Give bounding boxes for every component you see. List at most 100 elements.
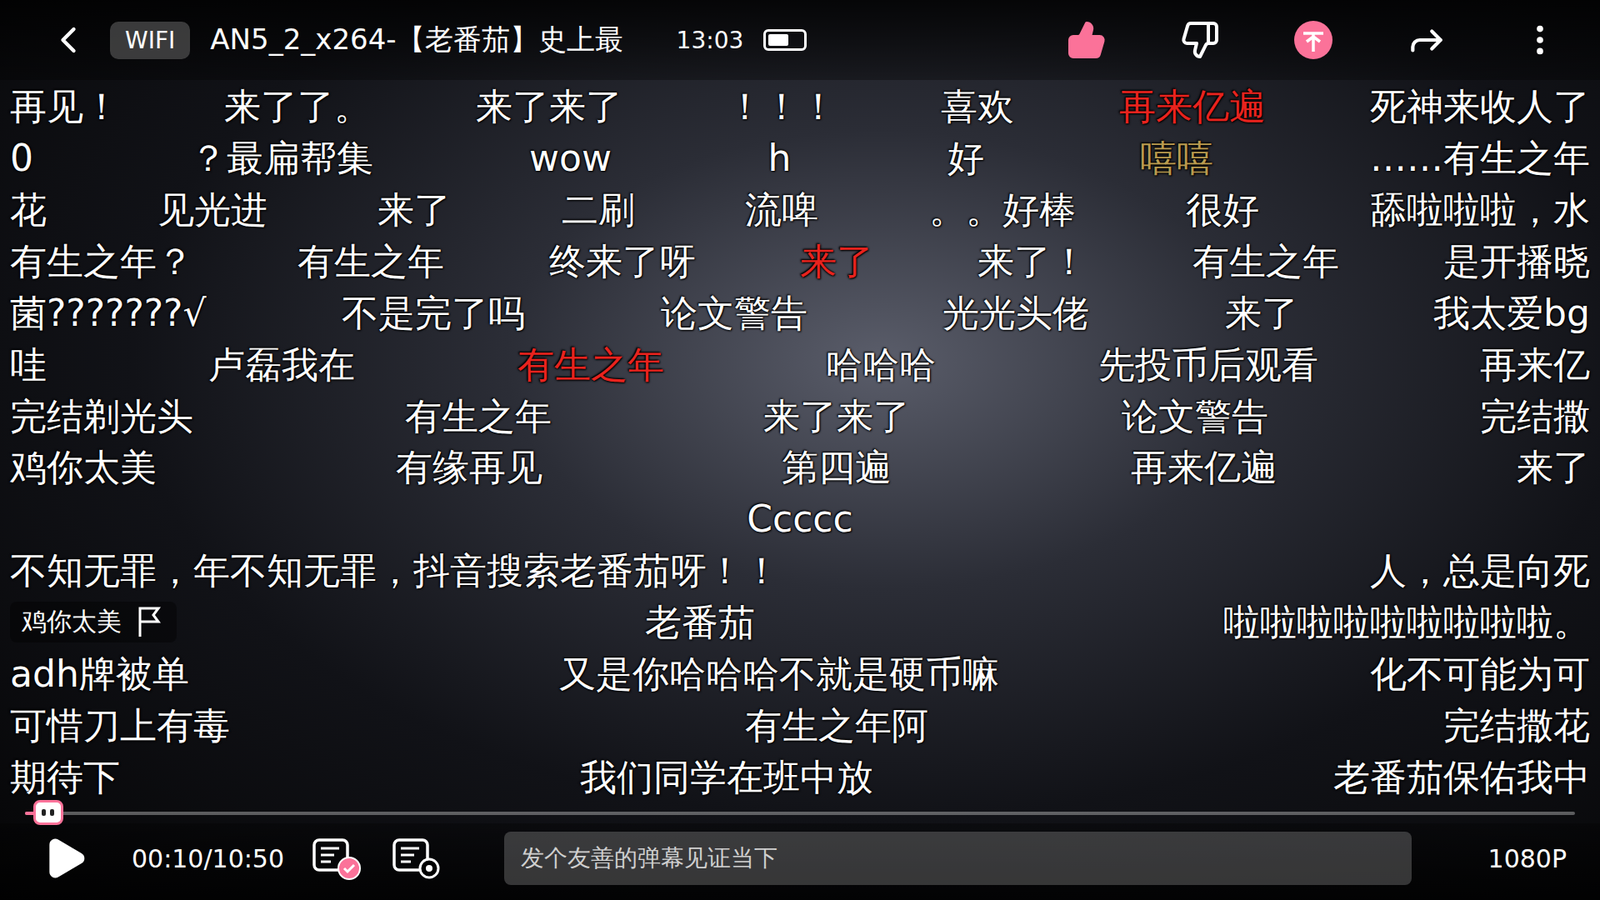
danmaku-comment: 论文警告: [660, 290, 808, 336]
danmaku-comment: 终来了呀: [549, 238, 696, 285]
battery-icon: [763, 29, 807, 51]
danmaku-toggle-icon[interactable]: [310, 835, 365, 882]
danmaku-comment: h: [768, 135, 792, 181]
danmaku-comment: 流啤: [745, 186, 819, 233]
danmaku-row: Ccccc: [10, 494, 1590, 545]
danmaku-comment: 见光进: [157, 186, 268, 233]
danmaku-comment: 很好: [1185, 186, 1260, 233]
coin-icon: [1291, 18, 1335, 62]
danmaku-comment: wow: [529, 135, 612, 181]
danmaku-row: 期待下我们同学在班中放老番茄保佑我中: [10, 751, 1590, 802]
danmaku-comment: 来了: [1225, 290, 1299, 336]
back-icon[interactable]: [46, 18, 90, 62]
danmaku-comment: Ccccc: [746, 495, 854, 542]
danmaku-row: 菌???????√不是完了吗论文警告光光头佬来了我太爱bg: [10, 287, 1590, 338]
coin-button[interactable]: [1286, 13, 1340, 67]
danmaku-comment: 嘻嘻: [1140, 135, 1214, 181]
danmaku-comment: 有生之年？: [10, 238, 194, 285]
danmaku-comment: 完结撒花: [1443, 702, 1590, 749]
danmaku-row: 完结剃光头有生之年来了来了论文警告完结撒: [10, 390, 1590, 441]
danmaku-comment: 再来亿: [1480, 341, 1590, 388]
video-title: AN5_2_x264-【老番茄】史上最: [210, 20, 623, 60]
danmaku-comment: 有生之年: [517, 341, 665, 388]
progress-thumb[interactable]: [33, 800, 64, 825]
danmaku-comment: 来了来了: [763, 393, 910, 440]
progress-bar[interactable]: [25, 811, 1575, 815]
danmaku-comment: 先投币后观看: [1098, 341, 1319, 388]
danmaku-comment: 哈哈哈: [825, 341, 936, 388]
danmaku-comment: 。。好棒: [929, 186, 1076, 233]
danmaku-row: 0？最扁帮集wowh好嘻嘻……有生之年: [10, 133, 1590, 184]
danmaku-row: 再见！来了了。来了来了！！！喜欢再来亿遍死神来收人了: [10, 81, 1590, 132]
danmaku-comment: 不是完了吗: [341, 290, 525, 336]
progress-row: [0, 803, 1600, 824]
playback-time: 00:10/10:50: [131, 844, 285, 874]
thumbs-up-icon: [1066, 20, 1107, 60]
danmaku-comment: 我太爱bg: [1433, 290, 1590, 336]
danmaku-comment: 来了来了: [475, 83, 623, 130]
danmaku-comment: 菌???????√: [10, 290, 207, 336]
danmaku-comment: 又是你哈哈哈不就是硬币嘛: [559, 650, 1000, 697]
danmaku-comment: 可惜刀上有毒: [10, 702, 230, 749]
share-button[interactable]: [1400, 13, 1454, 67]
danmaku-comment: 是开播晓: [1443, 238, 1590, 285]
quality-button[interactable]: 1080P: [1488, 844, 1567, 874]
danmaku-comment: 鸡你太美: [10, 444, 157, 490]
danmaku-comment: 来了: [1516, 444, 1590, 490]
danmaku-comment: 再来亿遍: [1130, 444, 1278, 490]
danmaku-row: 有生之年？有生之年终来了呀来了来了！有生之年是开播晓: [10, 235, 1590, 286]
danmaku-comment: 有生之年: [297, 238, 445, 285]
danmaku-comment: 有生之年阿: [745, 702, 929, 749]
play-icon[interactable]: [41, 835, 89, 882]
danmaku-comment: 期待下: [10, 754, 120, 800]
more-button[interactable]: [1513, 13, 1567, 67]
danmaku-row: 花 见光进 来了 二刷 流啤 。。好棒 很好 舔啦啦啦，水: [10, 185, 1590, 235]
danmaku-row: 哇 卢磊我在 有生之年 哈哈哈 先投币后观看 再来亿: [10, 339, 1590, 390]
danmaku-comment: 来了: [800, 238, 874, 285]
danmaku-comment: 卢磊我在: [208, 341, 355, 388]
report-flag-icon[interactable]: [135, 605, 165, 639]
danmaku-comment: 好: [947, 135, 985, 181]
danmaku-input-placeholder: 发个友善的弹幕见证当下: [520, 842, 778, 875]
dislike-button[interactable]: [1173, 13, 1227, 67]
picked-comment[interactable]: 鸡你太美: [10, 601, 177, 643]
danmaku-layer: 再见！来了了。来了来了！！！喜欢再来亿遍死神来收人了0？最扁帮集wowh好嘻嘻……: [0, 80, 1600, 804]
danmaku-comment: 死神来收人了: [1370, 83, 1590, 130]
thumbs-down-icon: [1180, 20, 1220, 60]
danmaku-comment: 来了！: [977, 238, 1088, 285]
more-icon: [1520, 20, 1560, 60]
danmaku-comment: 再来亿遍: [1119, 83, 1266, 130]
danmaku-comment: 再见！: [10, 83, 120, 130]
danmaku-settings-icon[interactable]: [390, 835, 445, 882]
danmaku-comment: 论文警告: [1121, 393, 1269, 440]
bottom-bar: 00:10/10:50 发个友善的弹幕见证当下 1080P: [0, 823, 1600, 900]
danmaku-comment: 喜欢: [940, 83, 1015, 130]
danmaku-row: 鸡你太美老番茄啦啦啦啦啦啦啦啦啦。: [10, 596, 1590, 647]
danmaku-row: 可惜刀上有毒 有生之年阿 完结撒花: [10, 700, 1590, 750]
share-icon: [1405, 19, 1448, 61]
danmaku-comment: 花: [10, 186, 47, 233]
danmaku-comment: 舔啦啦啦，水: [1370, 186, 1590, 233]
danmaku-comment: 人，总是向死: [1370, 547, 1590, 594]
player-overlay: WIFIAN5_2_x264-【老番茄】史上最13:03再见！来了了。来了来了！…: [0, 0, 1600, 900]
video-player: WIFIAN5_2_x264-【老番茄】史上最13:03再见！来了了。来了来了！…: [0, 0, 1600, 900]
danmaku-comment: 二刷: [561, 186, 635, 233]
danmaku-row: 鸡你太美有缘再见第四遍再来亿遍来了: [10, 442, 1590, 493]
danmaku-input[interactable]: 发个友善的弹幕见证当下: [504, 831, 1412, 885]
danmaku-comment: 有生之年: [405, 393, 552, 440]
danmaku-comment: 化不可能为可: [1370, 650, 1590, 697]
danmaku-comment: 第四遍: [781, 444, 892, 490]
clock: 13:03: [676, 26, 745, 55]
danmaku-comment: 老番茄: [645, 599, 755, 645]
danmaku-comment: 来了了。: [224, 83, 371, 130]
network-badge: WIFI: [110, 21, 190, 60]
like-button[interactable]: [1060, 13, 1114, 67]
danmaku-comment: 我们同学在班中放: [580, 754, 874, 800]
danmaku-comment: 不知无罪，年不知无罪，抖音搜索老番茄呀！！: [10, 547, 780, 594]
danmaku-row: adh牌被单 又是你哈哈哈不就是硬币嘛 化不可能为可: [10, 648, 1590, 699]
danmaku-comment: 哇: [10, 341, 47, 388]
danmaku-row: 不知无罪，年不知无罪，抖音搜索老番茄呀！！ 人，总是向死: [10, 545, 1590, 596]
danmaku-comment: 0: [10, 135, 34, 181]
danmaku-comment: adh牌被单: [10, 650, 190, 697]
danmaku-comment: 来了: [377, 186, 451, 233]
